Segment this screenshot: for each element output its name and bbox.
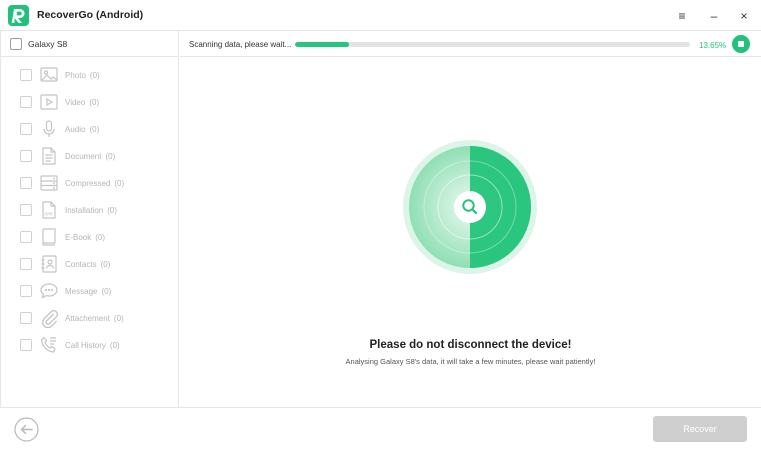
category-count: (0) <box>100 260 111 269</box>
disconnect-warning-title: Please do not disconnect the device! <box>369 339 572 351</box>
compressed-icon <box>39 173 59 193</box>
minimize-icon: – <box>710 9 718 23</box>
category-count: (0) <box>107 206 118 215</box>
category-checkbox[interactable] <box>20 285 32 297</box>
category-item-contacts[interactable]: Contacts (0) <box>1 251 179 278</box>
minimize-button[interactable]: – <box>704 6 724 26</box>
category-checkbox[interactable] <box>20 339 32 351</box>
device-row[interactable]: Galaxy S8 <box>1 31 179 57</box>
category-item-video[interactable]: Video (0) <box>1 89 179 116</box>
app-logo-icon <box>8 5 29 26</box>
scan-main-area: Scanning data, please wait... 13.65% Ple… <box>180 31 761 407</box>
category-item-ebook[interactable]: E-Book (0) <box>1 224 179 251</box>
category-label: Compressed <box>65 179 111 188</box>
category-label: Call History <box>65 341 106 350</box>
category-item-document[interactable]: Document (0) <box>1 143 179 170</box>
title-bar: RecoverGo (Android) ≡ – × <box>0 0 761 31</box>
category-count: (0) <box>89 125 100 134</box>
category-checkbox[interactable] <box>20 96 32 108</box>
category-checkbox[interactable] <box>20 69 32 81</box>
category-label: Attachement <box>65 314 110 323</box>
stop-scan-button[interactable] <box>732 35 750 53</box>
menu-button[interactable]: ≡ <box>672 6 692 26</box>
category-item-message[interactable]: Message (0) <box>1 278 179 305</box>
category-label: Document <box>65 152 102 161</box>
category-checkbox[interactable] <box>20 204 32 216</box>
back-button[interactable] <box>14 417 39 442</box>
video-icon <box>39 92 59 112</box>
category-count: (0) <box>114 179 125 188</box>
photo-icon <box>39 65 59 85</box>
close-button[interactable]: × <box>734 6 754 26</box>
back-arrow-icon <box>14 417 39 442</box>
document-icon <box>39 146 59 166</box>
category-checkbox[interactable] <box>20 258 32 270</box>
scan-percent: 13.65% <box>699 41 727 50</box>
category-checkbox[interactable] <box>20 177 32 189</box>
stop-icon <box>738 41 744 47</box>
microphone-icon <box>39 119 59 139</box>
scan-status-text: Scanning data, please wait... <box>189 40 292 49</box>
scan-progress-row: Scanning data, please wait... 13.65% <box>180 31 761 57</box>
device-name: Galaxy S8 <box>28 39 68 49</box>
category-label: Photo <box>65 71 86 80</box>
category-checkbox[interactable] <box>20 312 32 324</box>
contacts-icon <box>39 254 59 274</box>
category-count: (0) <box>113 314 124 323</box>
category-checkbox[interactable] <box>20 150 32 162</box>
category-sidebar: Galaxy S8 Photo (0) Video (0) Audio (0) Doc… <box>0 31 179 407</box>
category-count: (0) <box>95 233 106 242</box>
category-item-installation[interactable]: APK Installation (0) <box>1 197 179 224</box>
scan-progress-bar <box>295 42 690 47</box>
message-icon <box>39 281 59 301</box>
category-label: Contacts <box>65 260 97 269</box>
scanning-radar <box>402 139 538 275</box>
category-label: Installation <box>65 206 104 215</box>
category-item-compressed[interactable]: Compressed (0) <box>1 170 179 197</box>
scan-progress-fill <box>295 42 349 47</box>
close-icon: × <box>740 9 748 23</box>
ebook-icon <box>39 227 59 247</box>
attachment-icon <box>39 308 59 329</box>
category-label: Audio <box>65 125 86 134</box>
category-count: (0) <box>89 71 100 80</box>
app-title: RecoverGo (Android) <box>37 9 144 21</box>
category-item-attachment[interactable]: Attachement (0) <box>1 305 179 332</box>
category-item-call-history[interactable]: Call History (0) <box>1 332 179 359</box>
category-item-audio[interactable]: Audio (0) <box>1 116 179 143</box>
category-checkbox[interactable] <box>20 231 32 243</box>
analysing-message: Analysing Galaxy S8's data, it will take… <box>345 357 596 366</box>
category-count: (0) <box>105 152 116 161</box>
category-count: (0) <box>89 98 100 107</box>
device-checkbox[interactable] <box>10 38 22 50</box>
category-count: (0) <box>109 341 120 350</box>
apk-icon: APK <box>39 200 59 220</box>
category-count: (0) <box>101 287 112 296</box>
category-label: Video <box>65 98 86 107</box>
category-label: Message <box>65 287 98 296</box>
category-checkbox[interactable] <box>20 123 32 135</box>
menu-icon: ≡ <box>678 9 686 23</box>
category-item-photo[interactable]: Photo (0) <box>1 62 179 89</box>
category-label: E-Book <box>65 233 92 242</box>
bottom-bar: Recover <box>0 407 761 450</box>
call-history-icon <box>39 335 59 355</box>
recover-button[interactable]: Recover <box>653 416 747 442</box>
svg-text:APK: APK <box>44 212 54 218</box>
